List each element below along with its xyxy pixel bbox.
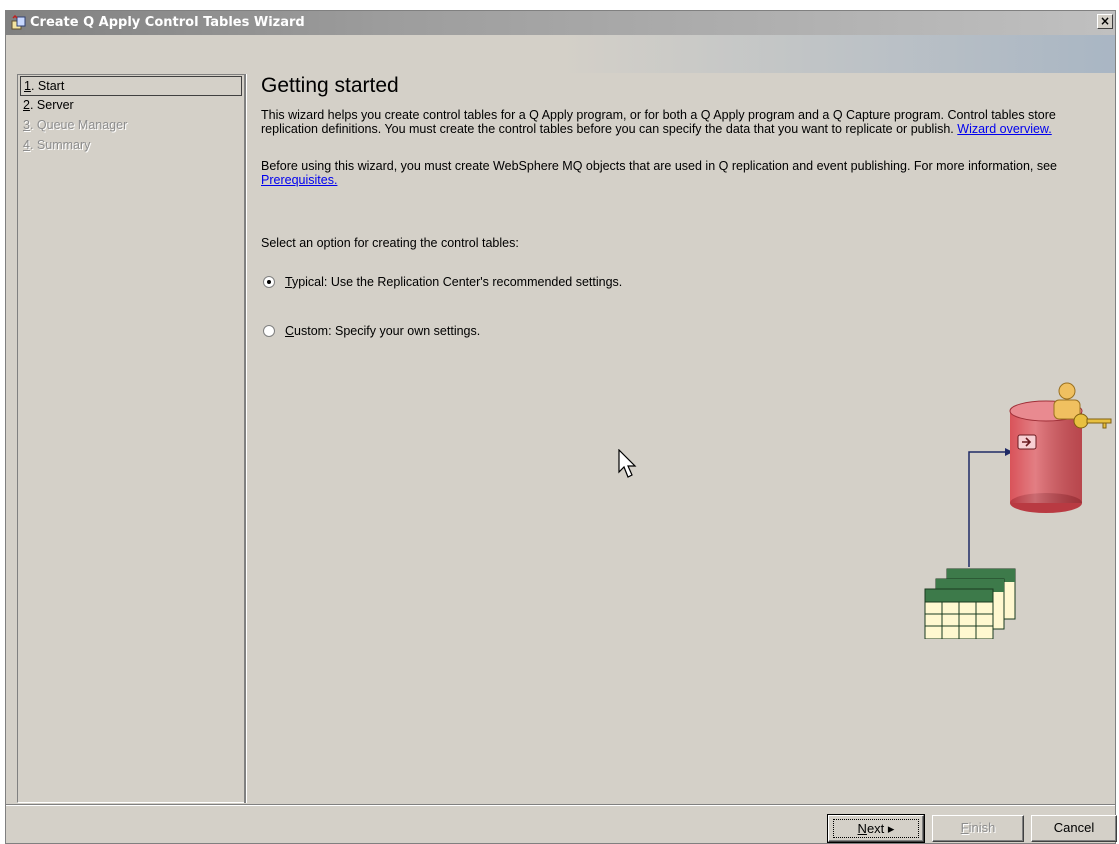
close-icon: ×: [1099, 14, 1111, 28]
step-list: 1. Start 2. Server 3. Queue Manager 4. S…: [17, 74, 246, 803]
page-title: Getting started: [261, 74, 399, 97]
title-bar[interactable]: Create Q Apply Control Tables Wizard ×: [6, 11, 1115, 35]
custom-radio[interactable]: [263, 324, 275, 337]
next-button[interactable]: Next ▸: [827, 814, 925, 843]
wizard-window: Create Q Apply Control Tables Wizard × 1…: [5, 10, 1117, 844]
button-bar-divider: [6, 804, 1115, 806]
connector-line: [968, 451, 1005, 567]
table-stack-icon: [924, 568, 1016, 639]
step-queue-manager: 3. Queue Manager: [23, 118, 128, 132]
window-title: Create Q Apply Control Tables Wizard: [30, 15, 305, 30]
step-server[interactable]: 2. Server: [20, 96, 242, 116]
option-typical[interactable]: Typical: Use the Replication Center's re…: [263, 273, 622, 293]
typical-radio[interactable]: [263, 275, 275, 288]
step-start[interactable]: 1. Start: [20, 76, 242, 96]
mouse-cursor-icon: [618, 449, 637, 478]
replication-illustration: [924, 382, 1112, 639]
select-prompt: Select an option for creating the contro…: [261, 236, 519, 250]
close-button[interactable]: ×: [1097, 14, 1113, 29]
cancel-button[interactable]: Cancel: [1031, 815, 1117, 842]
wizard-app-icon: [11, 15, 26, 30]
prerequisites-link[interactable]: Prerequisites.: [261, 173, 337, 187]
key-icon: [1073, 413, 1112, 429]
wizard-banner: [6, 35, 1115, 73]
step-summary: 4. Summary: [23, 138, 91, 152]
intro-paragraph: This wizard helps you create control tab…: [261, 108, 1056, 136]
next-arrow-icon: ▸: [887, 821, 895, 836]
user-icon: [1053, 382, 1081, 420]
pane-divider: [244, 74, 247, 803]
finish-button: Finish: [932, 815, 1024, 842]
wizard-overview-link[interactable]: Wizard overview.: [957, 122, 1051, 136]
prerequisites-paragraph: Before using this wizard, you must creat…: [261, 159, 1058, 187]
option-custom[interactable]: Custom: Specify your own settings.: [263, 322, 480, 342]
